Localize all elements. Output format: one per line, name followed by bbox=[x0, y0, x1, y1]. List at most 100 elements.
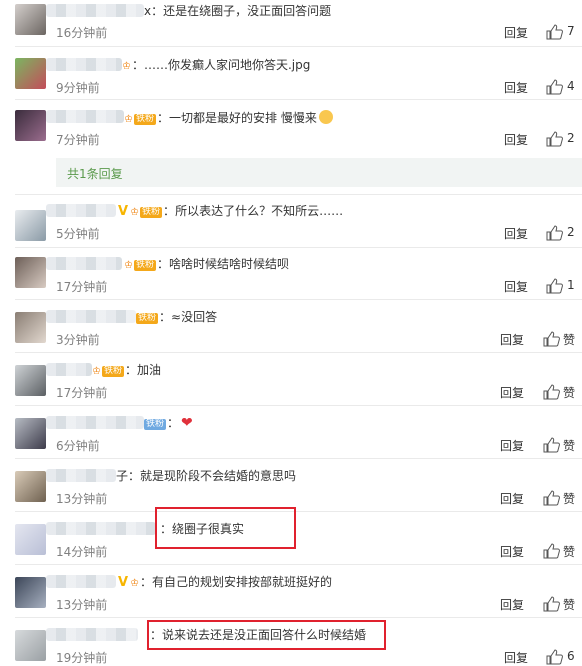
fan-badge: 铁粉 bbox=[133, 114, 156, 125]
username-mosaic[interactable] bbox=[46, 522, 156, 535]
avatar[interactable] bbox=[15, 257, 46, 288]
comment-text: 啥啥时候结啥时候结呗 bbox=[169, 257, 290, 271]
thumbs-up-icon[interactable] bbox=[546, 278, 563, 294]
comment-text: ≈没回答 bbox=[171, 310, 218, 324]
thumbs-up-icon[interactable] bbox=[543, 331, 560, 347]
username-tail[interactable]: 子 bbox=[116, 469, 128, 483]
avatar[interactable] bbox=[15, 471, 46, 502]
crown-icon: ♔ bbox=[122, 61, 131, 72]
avatar[interactable] bbox=[15, 365, 46, 396]
comment-text: 就是现阶段不会结婚的意思吗 bbox=[140, 469, 297, 483]
reply-button[interactable]: 回复 bbox=[504, 24, 528, 41]
username-mosaic[interactable] bbox=[46, 575, 116, 588]
divider bbox=[15, 194, 582, 195]
divider bbox=[15, 99, 582, 100]
thumbs-up-icon[interactable] bbox=[543, 437, 560, 453]
thumbs-up-icon[interactable] bbox=[543, 384, 560, 400]
thumbs-up-icon[interactable] bbox=[543, 596, 560, 612]
reply-button[interactable]: 回复 bbox=[504, 649, 528, 666]
comment-time: 17分钟前 bbox=[56, 280, 108, 294]
crown-icon: ♔ bbox=[130, 207, 140, 218]
username-mosaic[interactable] bbox=[46, 363, 92, 376]
comment-time: 13分钟前 bbox=[56, 492, 108, 506]
like-label[interactable]: 赞 bbox=[563, 543, 575, 560]
thumbs-up-icon[interactable] bbox=[546, 131, 563, 147]
reply-button[interactable]: 回复 bbox=[504, 79, 528, 96]
comment-text-row: 铁粉 ：≈没回答 bbox=[136, 310, 218, 324]
comment-time: 9分钟前 bbox=[56, 81, 100, 95]
username-mosaic[interactable] bbox=[46, 58, 122, 71]
comment-text-row: 铁粉： ❤ bbox=[144, 415, 193, 431]
crown-icon: ♔ bbox=[92, 366, 101, 377]
username-mosaic[interactable] bbox=[46, 204, 116, 217]
comment-text: 有自己的规划安排按部就班挺好的 bbox=[152, 575, 333, 589]
comment-time: 3分钟前 bbox=[56, 333, 100, 347]
like-count: 6 bbox=[567, 649, 575, 663]
thumbs-up-icon[interactable] bbox=[546, 225, 563, 241]
thumbs-up-icon[interactable] bbox=[546, 649, 563, 665]
like-label[interactable]: 赞 bbox=[563, 490, 575, 507]
reply-button[interactable]: 回复 bbox=[504, 225, 528, 242]
avatar[interactable] bbox=[15, 58, 46, 89]
avatar[interactable] bbox=[15, 210, 46, 241]
crown-icon: ♔ bbox=[124, 114, 133, 125]
username-mosaic[interactable] bbox=[46, 416, 144, 429]
crown-icon: ♔ bbox=[124, 260, 133, 271]
avatar[interactable] bbox=[15, 577, 46, 608]
sub-replies-link[interactable]: 共1条回复 bbox=[67, 165, 123, 182]
thumbs-up-icon[interactable] bbox=[543, 490, 560, 506]
comment-text-row: ♔ 铁粉 ：啥啥时候结啥时候结呗 bbox=[124, 257, 290, 271]
divider bbox=[15, 352, 582, 353]
like-label[interactable]: 赞 bbox=[563, 384, 575, 401]
username-mosaic[interactable] bbox=[46, 310, 136, 323]
thumbs-up-icon[interactable] bbox=[546, 79, 563, 95]
comment-time: 17分钟前 bbox=[56, 386, 108, 400]
comment-text: 一切都是最好的安排 慢慢来 bbox=[169, 111, 317, 125]
username-mosaic[interactable] bbox=[46, 628, 138, 641]
username-mosaic[interactable] bbox=[46, 110, 124, 123]
reply-button[interactable]: 回复 bbox=[500, 331, 524, 348]
reply-button[interactable]: 回复 bbox=[500, 437, 524, 454]
avatar[interactable] bbox=[15, 312, 46, 343]
avatar[interactable] bbox=[15, 630, 46, 661]
avatar[interactable] bbox=[15, 524, 46, 555]
avatar[interactable] bbox=[15, 4, 46, 35]
comment-time: 19分钟前 bbox=[56, 651, 108, 665]
heart-icon: ❤ bbox=[181, 415, 193, 431]
comment-text: 所以表达了什么？不知所云…… bbox=[175, 204, 344, 218]
love-emoji-icon bbox=[318, 110, 333, 124]
comment-text-row: x：还是在绕圈子，没正面回答问题 bbox=[144, 4, 332, 18]
reply-button[interactable]: 回复 bbox=[504, 278, 528, 295]
thumbs-up-icon[interactable] bbox=[546, 24, 563, 40]
verified-icon: V bbox=[118, 575, 129, 590]
username-mosaic[interactable] bbox=[46, 4, 144, 17]
comment-time: 14分钟前 bbox=[56, 545, 108, 559]
like-count: 2 bbox=[567, 131, 575, 145]
divider bbox=[15, 46, 582, 47]
reply-button[interactable]: 回复 bbox=[500, 596, 524, 613]
reply-button[interactable]: 回复 bbox=[500, 384, 524, 401]
like-label[interactable]: 赞 bbox=[563, 596, 575, 613]
comment-text-row: ♔ 铁粉 ：加油 bbox=[92, 363, 162, 377]
highlight-box bbox=[147, 620, 386, 650]
fan-badge: 铁粉 bbox=[136, 313, 159, 324]
reply-button[interactable]: 回复 bbox=[500, 490, 524, 507]
fan-badge: 铁粉 bbox=[140, 207, 163, 218]
reply-button[interactable]: 回复 bbox=[500, 543, 524, 560]
reply-button[interactable]: 回复 bbox=[504, 131, 528, 148]
like-count: 2 bbox=[567, 225, 575, 239]
username-mosaic[interactable] bbox=[46, 257, 122, 270]
avatar[interactable] bbox=[15, 418, 46, 449]
avatar[interactable] bbox=[15, 110, 46, 141]
sub-replies-panel[interactable]: 共1条回复 bbox=[56, 158, 582, 187]
like-count: 4 bbox=[567, 79, 575, 93]
username-mosaic[interactable] bbox=[46, 469, 116, 482]
comment-time: 7分钟前 bbox=[56, 133, 100, 147]
like-label[interactable]: 赞 bbox=[563, 331, 575, 348]
thumbs-up-icon[interactable] bbox=[543, 543, 560, 559]
comment-time: 13分钟前 bbox=[56, 598, 108, 612]
like-count: 7 bbox=[567, 24, 575, 38]
like-count: 1 bbox=[567, 278, 575, 292]
like-label[interactable]: 赞 bbox=[563, 437, 575, 454]
comment-time: 5分钟前 bbox=[56, 227, 100, 241]
